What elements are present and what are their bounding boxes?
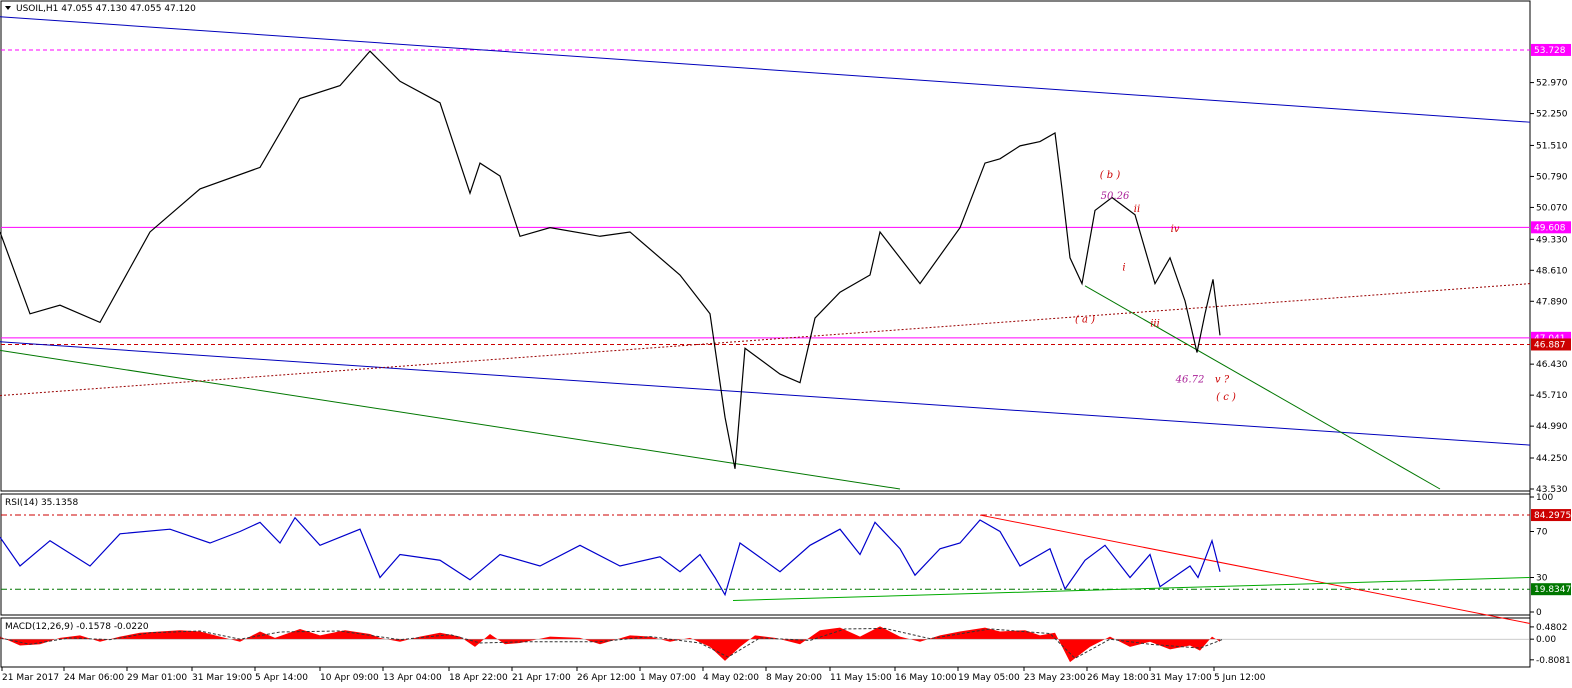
wave-label: iii xyxy=(1150,319,1160,330)
x-tick-label: 31 Mar 19:00 xyxy=(192,673,252,683)
macd-panel-title: MACD(12,26,9) -0.1578 -0.0220 xyxy=(5,622,149,632)
y-tick-label: 45.710 xyxy=(1536,391,1568,401)
wave-label: ii xyxy=(1134,204,1140,215)
y-tick-label: 48.610 xyxy=(1536,266,1568,276)
x-tick-label: 16 May 10:00 xyxy=(895,673,957,683)
chart-canvas: 52.970 52.250 51.510 50.790 50.070 49.330 48.6… xyxy=(0,0,1571,683)
y-tick-label: 47.890 xyxy=(1536,297,1568,307)
x-tick-label: 29 Mar 01:00 xyxy=(127,673,187,683)
rsi-upper-badge-label: 84.2975 xyxy=(1534,511,1571,521)
wave-label: ( b ) xyxy=(1100,170,1121,181)
x-tick-label: 21 Apr 17:00 xyxy=(512,673,571,683)
x-tick-label: 4 May 02:00 xyxy=(703,673,759,683)
x-tick-label: 11 May 15:00 xyxy=(830,673,892,683)
wave-label: 46.72 xyxy=(1175,375,1205,386)
price-panel[interactable] xyxy=(0,0,1531,492)
x-tick-label: 19 May 05:00 xyxy=(958,673,1020,683)
price-panel-title: USOIL,H1 47.055 47.130 47.055 47.120 xyxy=(16,4,196,14)
mid-level-badge-label: 49.608 xyxy=(1534,223,1566,233)
rsi-panel-title: RSI(14) 35.1358 xyxy=(5,498,78,508)
wave-label: i xyxy=(1122,263,1125,274)
y-tick-label: 44.250 xyxy=(1536,454,1568,464)
y-tick-label: 52.970 xyxy=(1536,79,1568,89)
y-tick-label: 0.4802 xyxy=(1536,623,1568,633)
y-tick-label: 100 xyxy=(1536,493,1553,503)
y-tick-label: 30 xyxy=(1536,574,1548,584)
y-tick-label: 50.070 xyxy=(1536,203,1568,213)
y-tick-label: 49.330 xyxy=(1536,235,1568,245)
x-tick-label: 26 Apr 12:00 xyxy=(577,673,636,683)
x-tick-label: 18 Apr 22:00 xyxy=(449,673,508,683)
x-tick-label: 1 May 07:00 xyxy=(640,673,696,683)
x-tick-label: 24 Mar 06:00 xyxy=(64,673,124,683)
rsi-panel[interactable] xyxy=(0,493,1531,616)
x-tick-label: 26 May 18:00 xyxy=(1087,673,1149,683)
macd-panel[interactable] xyxy=(0,617,1531,668)
y-tick-label: 46.430 xyxy=(1536,360,1568,370)
x-tick-label: 10 Apr 09:00 xyxy=(320,673,379,683)
resistance-badge-label: 53.728 xyxy=(1534,46,1566,56)
x-tick-label: 23 May 23:00 xyxy=(1024,673,1086,683)
y-tick-label: 51.510 xyxy=(1536,141,1568,151)
wave-label: v ? xyxy=(1215,375,1230,386)
y-tick-label: 50.790 xyxy=(1536,172,1568,182)
wave-label: iv xyxy=(1171,224,1180,235)
x-tick-label: 8 May 20:00 xyxy=(766,673,822,683)
wave-label: 50.26 xyxy=(1101,191,1130,202)
support-badge-label: 46.887 xyxy=(1534,340,1566,350)
x-tick-label: 31 May 17:00 xyxy=(1150,673,1212,683)
y-tick-label: 70 xyxy=(1536,528,1548,538)
time-axis: 21 Mar 2017 24 Mar 06:00 29 Mar 01:00 31 Ma… xyxy=(1,667,1266,683)
x-tick-label: 5 Jun 12:00 xyxy=(1214,673,1266,683)
x-tick-label: 21 Mar 2017 xyxy=(2,673,59,683)
wave-label: ( c ) xyxy=(1216,392,1236,403)
rsi-lower-badge-label: 19.8347 xyxy=(1534,585,1571,595)
wave-label: ( a ) xyxy=(1075,314,1095,325)
x-tick-label: 5 Apr 14:00 xyxy=(255,673,308,683)
y-tick-label: 52.250 xyxy=(1536,110,1568,120)
y-tick-label: 0.00 xyxy=(1536,635,1556,645)
x-tick-label: 13 Apr 04:00 xyxy=(383,673,442,683)
y-tick-label: 0 xyxy=(1536,608,1542,618)
y-tick-label: -0.8081 xyxy=(1536,656,1571,666)
y-tick-label: 44.990 xyxy=(1536,422,1568,432)
